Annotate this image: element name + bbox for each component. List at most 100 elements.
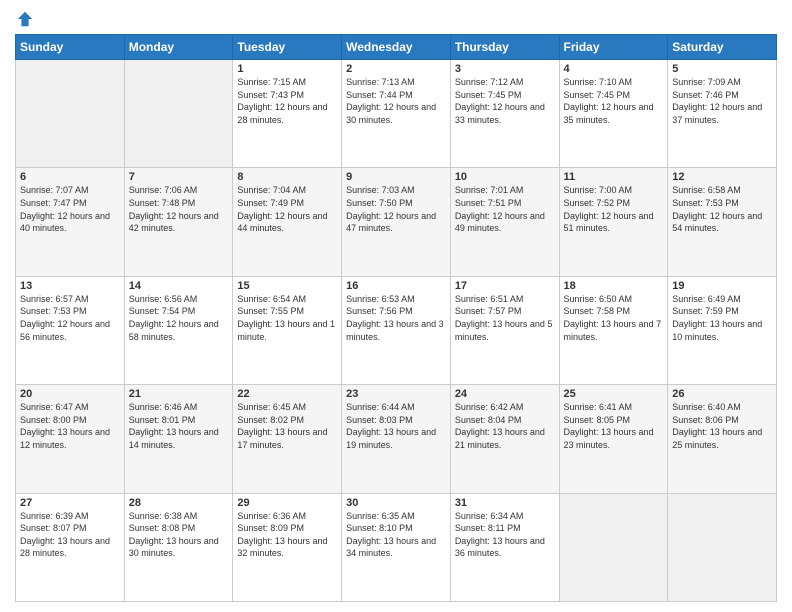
calendar-cell: 16Sunrise: 6:53 AMSunset: 7:56 PMDayligh… [342, 276, 451, 384]
day-info: Sunrise: 6:53 AMSunset: 7:56 PMDaylight:… [346, 293, 446, 343]
calendar-cell: 21Sunrise: 6:46 AMSunset: 8:01 PMDayligh… [124, 385, 233, 493]
calendar-week-row: 27Sunrise: 6:39 AMSunset: 8:07 PMDayligh… [16, 493, 777, 601]
day-number: 12 [672, 171, 772, 183]
day-info: Sunrise: 6:50 AMSunset: 7:58 PMDaylight:… [564, 293, 664, 343]
day-number: 25 [564, 388, 664, 400]
day-info: Sunrise: 7:03 AMSunset: 7:50 PMDaylight:… [346, 184, 446, 234]
day-number: 2 [346, 63, 446, 75]
day-info: Sunrise: 6:54 AMSunset: 7:55 PMDaylight:… [237, 293, 337, 343]
day-info: Sunrise: 7:12 AMSunset: 7:45 PMDaylight:… [455, 76, 555, 126]
day-number: 20 [20, 388, 120, 400]
calendar-cell: 5Sunrise: 7:09 AMSunset: 7:46 PMDaylight… [668, 60, 777, 168]
day-number: 4 [564, 63, 664, 75]
day-info: Sunrise: 6:34 AMSunset: 8:11 PMDaylight:… [455, 510, 555, 560]
day-info: Sunrise: 6:36 AMSunset: 8:09 PMDaylight:… [237, 510, 337, 560]
day-number: 16 [346, 280, 446, 292]
calendar-cell: 9Sunrise: 7:03 AMSunset: 7:50 PMDaylight… [342, 168, 451, 276]
day-info: Sunrise: 6:35 AMSunset: 8:10 PMDaylight:… [346, 510, 446, 560]
day-info: Sunrise: 6:58 AMSunset: 7:53 PMDaylight:… [672, 184, 772, 234]
day-info: Sunrise: 6:41 AMSunset: 8:05 PMDaylight:… [564, 401, 664, 451]
calendar-cell: 3Sunrise: 7:12 AMSunset: 7:45 PMDaylight… [450, 60, 559, 168]
day-number: 30 [346, 497, 446, 509]
day-info: Sunrise: 6:56 AMSunset: 7:54 PMDaylight:… [129, 293, 229, 343]
calendar-cell: 4Sunrise: 7:10 AMSunset: 7:45 PMDaylight… [559, 60, 668, 168]
calendar-cell: 2Sunrise: 7:13 AMSunset: 7:44 PMDaylight… [342, 60, 451, 168]
weekday-header-thursday: Thursday [450, 35, 559, 60]
day-info: Sunrise: 6:51 AMSunset: 7:57 PMDaylight:… [455, 293, 555, 343]
calendar-cell: 6Sunrise: 7:07 AMSunset: 7:47 PMDaylight… [16, 168, 125, 276]
day-info: Sunrise: 6:39 AMSunset: 8:07 PMDaylight:… [20, 510, 120, 560]
calendar-week-row: 6Sunrise: 7:07 AMSunset: 7:47 PMDaylight… [16, 168, 777, 276]
logo [15, 10, 34, 28]
calendar-cell: 28Sunrise: 6:38 AMSunset: 8:08 PMDayligh… [124, 493, 233, 601]
weekday-header-row: SundayMondayTuesdayWednesdayThursdayFrid… [16, 35, 777, 60]
calendar-cell: 19Sunrise: 6:49 AMSunset: 7:59 PMDayligh… [668, 276, 777, 384]
day-number: 28 [129, 497, 229, 509]
day-info: Sunrise: 6:44 AMSunset: 8:03 PMDaylight:… [346, 401, 446, 451]
calendar-cell: 24Sunrise: 6:42 AMSunset: 8:04 PMDayligh… [450, 385, 559, 493]
calendar-cell: 25Sunrise: 6:41 AMSunset: 8:05 PMDayligh… [559, 385, 668, 493]
weekday-header-wednesday: Wednesday [342, 35, 451, 60]
day-number: 6 [20, 171, 120, 183]
day-number: 15 [237, 280, 337, 292]
calendar-cell: 15Sunrise: 6:54 AMSunset: 7:55 PMDayligh… [233, 276, 342, 384]
day-number: 22 [237, 388, 337, 400]
day-number: 24 [455, 388, 555, 400]
day-info: Sunrise: 7:15 AMSunset: 7:43 PMDaylight:… [237, 76, 337, 126]
day-info: Sunrise: 6:45 AMSunset: 8:02 PMDaylight:… [237, 401, 337, 451]
day-number: 31 [455, 497, 555, 509]
day-number: 8 [237, 171, 337, 183]
day-number: 17 [455, 280, 555, 292]
day-info: Sunrise: 7:09 AMSunset: 7:46 PMDaylight:… [672, 76, 772, 126]
calendar-cell: 11Sunrise: 7:00 AMSunset: 7:52 PMDayligh… [559, 168, 668, 276]
calendar-cell: 7Sunrise: 7:06 AMSunset: 7:48 PMDaylight… [124, 168, 233, 276]
calendar-cell: 31Sunrise: 6:34 AMSunset: 8:11 PMDayligh… [450, 493, 559, 601]
weekday-header-monday: Monday [124, 35, 233, 60]
day-info: Sunrise: 7:07 AMSunset: 7:47 PMDaylight:… [20, 184, 120, 234]
calendar-week-row: 1Sunrise: 7:15 AMSunset: 7:43 PMDaylight… [16, 60, 777, 168]
weekday-header-tuesday: Tuesday [233, 35, 342, 60]
day-info: Sunrise: 6:46 AMSunset: 8:01 PMDaylight:… [129, 401, 229, 451]
calendar-cell: 20Sunrise: 6:47 AMSunset: 8:00 PMDayligh… [16, 385, 125, 493]
calendar-cell: 23Sunrise: 6:44 AMSunset: 8:03 PMDayligh… [342, 385, 451, 493]
calendar-cell: 8Sunrise: 7:04 AMSunset: 7:49 PMDaylight… [233, 168, 342, 276]
page: SundayMondayTuesdayWednesdayThursdayFrid… [0, 0, 792, 612]
day-info: Sunrise: 7:00 AMSunset: 7:52 PMDaylight:… [564, 184, 664, 234]
weekday-header-sunday: Sunday [16, 35, 125, 60]
day-info: Sunrise: 6:40 AMSunset: 8:06 PMDaylight:… [672, 401, 772, 451]
day-info: Sunrise: 6:57 AMSunset: 7:53 PMDaylight:… [20, 293, 120, 343]
day-number: 9 [346, 171, 446, 183]
day-number: 5 [672, 63, 772, 75]
day-number: 10 [455, 171, 555, 183]
day-info: Sunrise: 6:38 AMSunset: 8:08 PMDaylight:… [129, 510, 229, 560]
calendar-cell: 30Sunrise: 6:35 AMSunset: 8:10 PMDayligh… [342, 493, 451, 601]
day-number: 23 [346, 388, 446, 400]
calendar-cell [559, 493, 668, 601]
weekday-header-saturday: Saturday [668, 35, 777, 60]
calendar-week-row: 20Sunrise: 6:47 AMSunset: 8:00 PMDayligh… [16, 385, 777, 493]
day-info: Sunrise: 7:01 AMSunset: 7:51 PMDaylight:… [455, 184, 555, 234]
calendar-cell: 27Sunrise: 6:39 AMSunset: 8:07 PMDayligh… [16, 493, 125, 601]
day-number: 14 [129, 280, 229, 292]
day-info: Sunrise: 6:49 AMSunset: 7:59 PMDaylight:… [672, 293, 772, 343]
weekday-header-friday: Friday [559, 35, 668, 60]
day-info: Sunrise: 6:42 AMSunset: 8:04 PMDaylight:… [455, 401, 555, 451]
header [15, 10, 777, 28]
calendar-cell [124, 60, 233, 168]
calendar-cell: 22Sunrise: 6:45 AMSunset: 8:02 PMDayligh… [233, 385, 342, 493]
calendar-cell: 17Sunrise: 6:51 AMSunset: 7:57 PMDayligh… [450, 276, 559, 384]
calendar-cell: 14Sunrise: 6:56 AMSunset: 7:54 PMDayligh… [124, 276, 233, 384]
day-info: Sunrise: 7:13 AMSunset: 7:44 PMDaylight:… [346, 76, 446, 126]
day-number: 27 [20, 497, 120, 509]
calendar-cell: 10Sunrise: 7:01 AMSunset: 7:51 PMDayligh… [450, 168, 559, 276]
logo-icon [16, 10, 34, 28]
calendar-table: SundayMondayTuesdayWednesdayThursdayFrid… [15, 34, 777, 602]
day-number: 13 [20, 280, 120, 292]
day-info: Sunrise: 6:47 AMSunset: 8:00 PMDaylight:… [20, 401, 120, 451]
day-number: 19 [672, 280, 772, 292]
day-number: 21 [129, 388, 229, 400]
day-number: 1 [237, 63, 337, 75]
day-info: Sunrise: 7:04 AMSunset: 7:49 PMDaylight:… [237, 184, 337, 234]
day-number: 3 [455, 63, 555, 75]
day-number: 26 [672, 388, 772, 400]
